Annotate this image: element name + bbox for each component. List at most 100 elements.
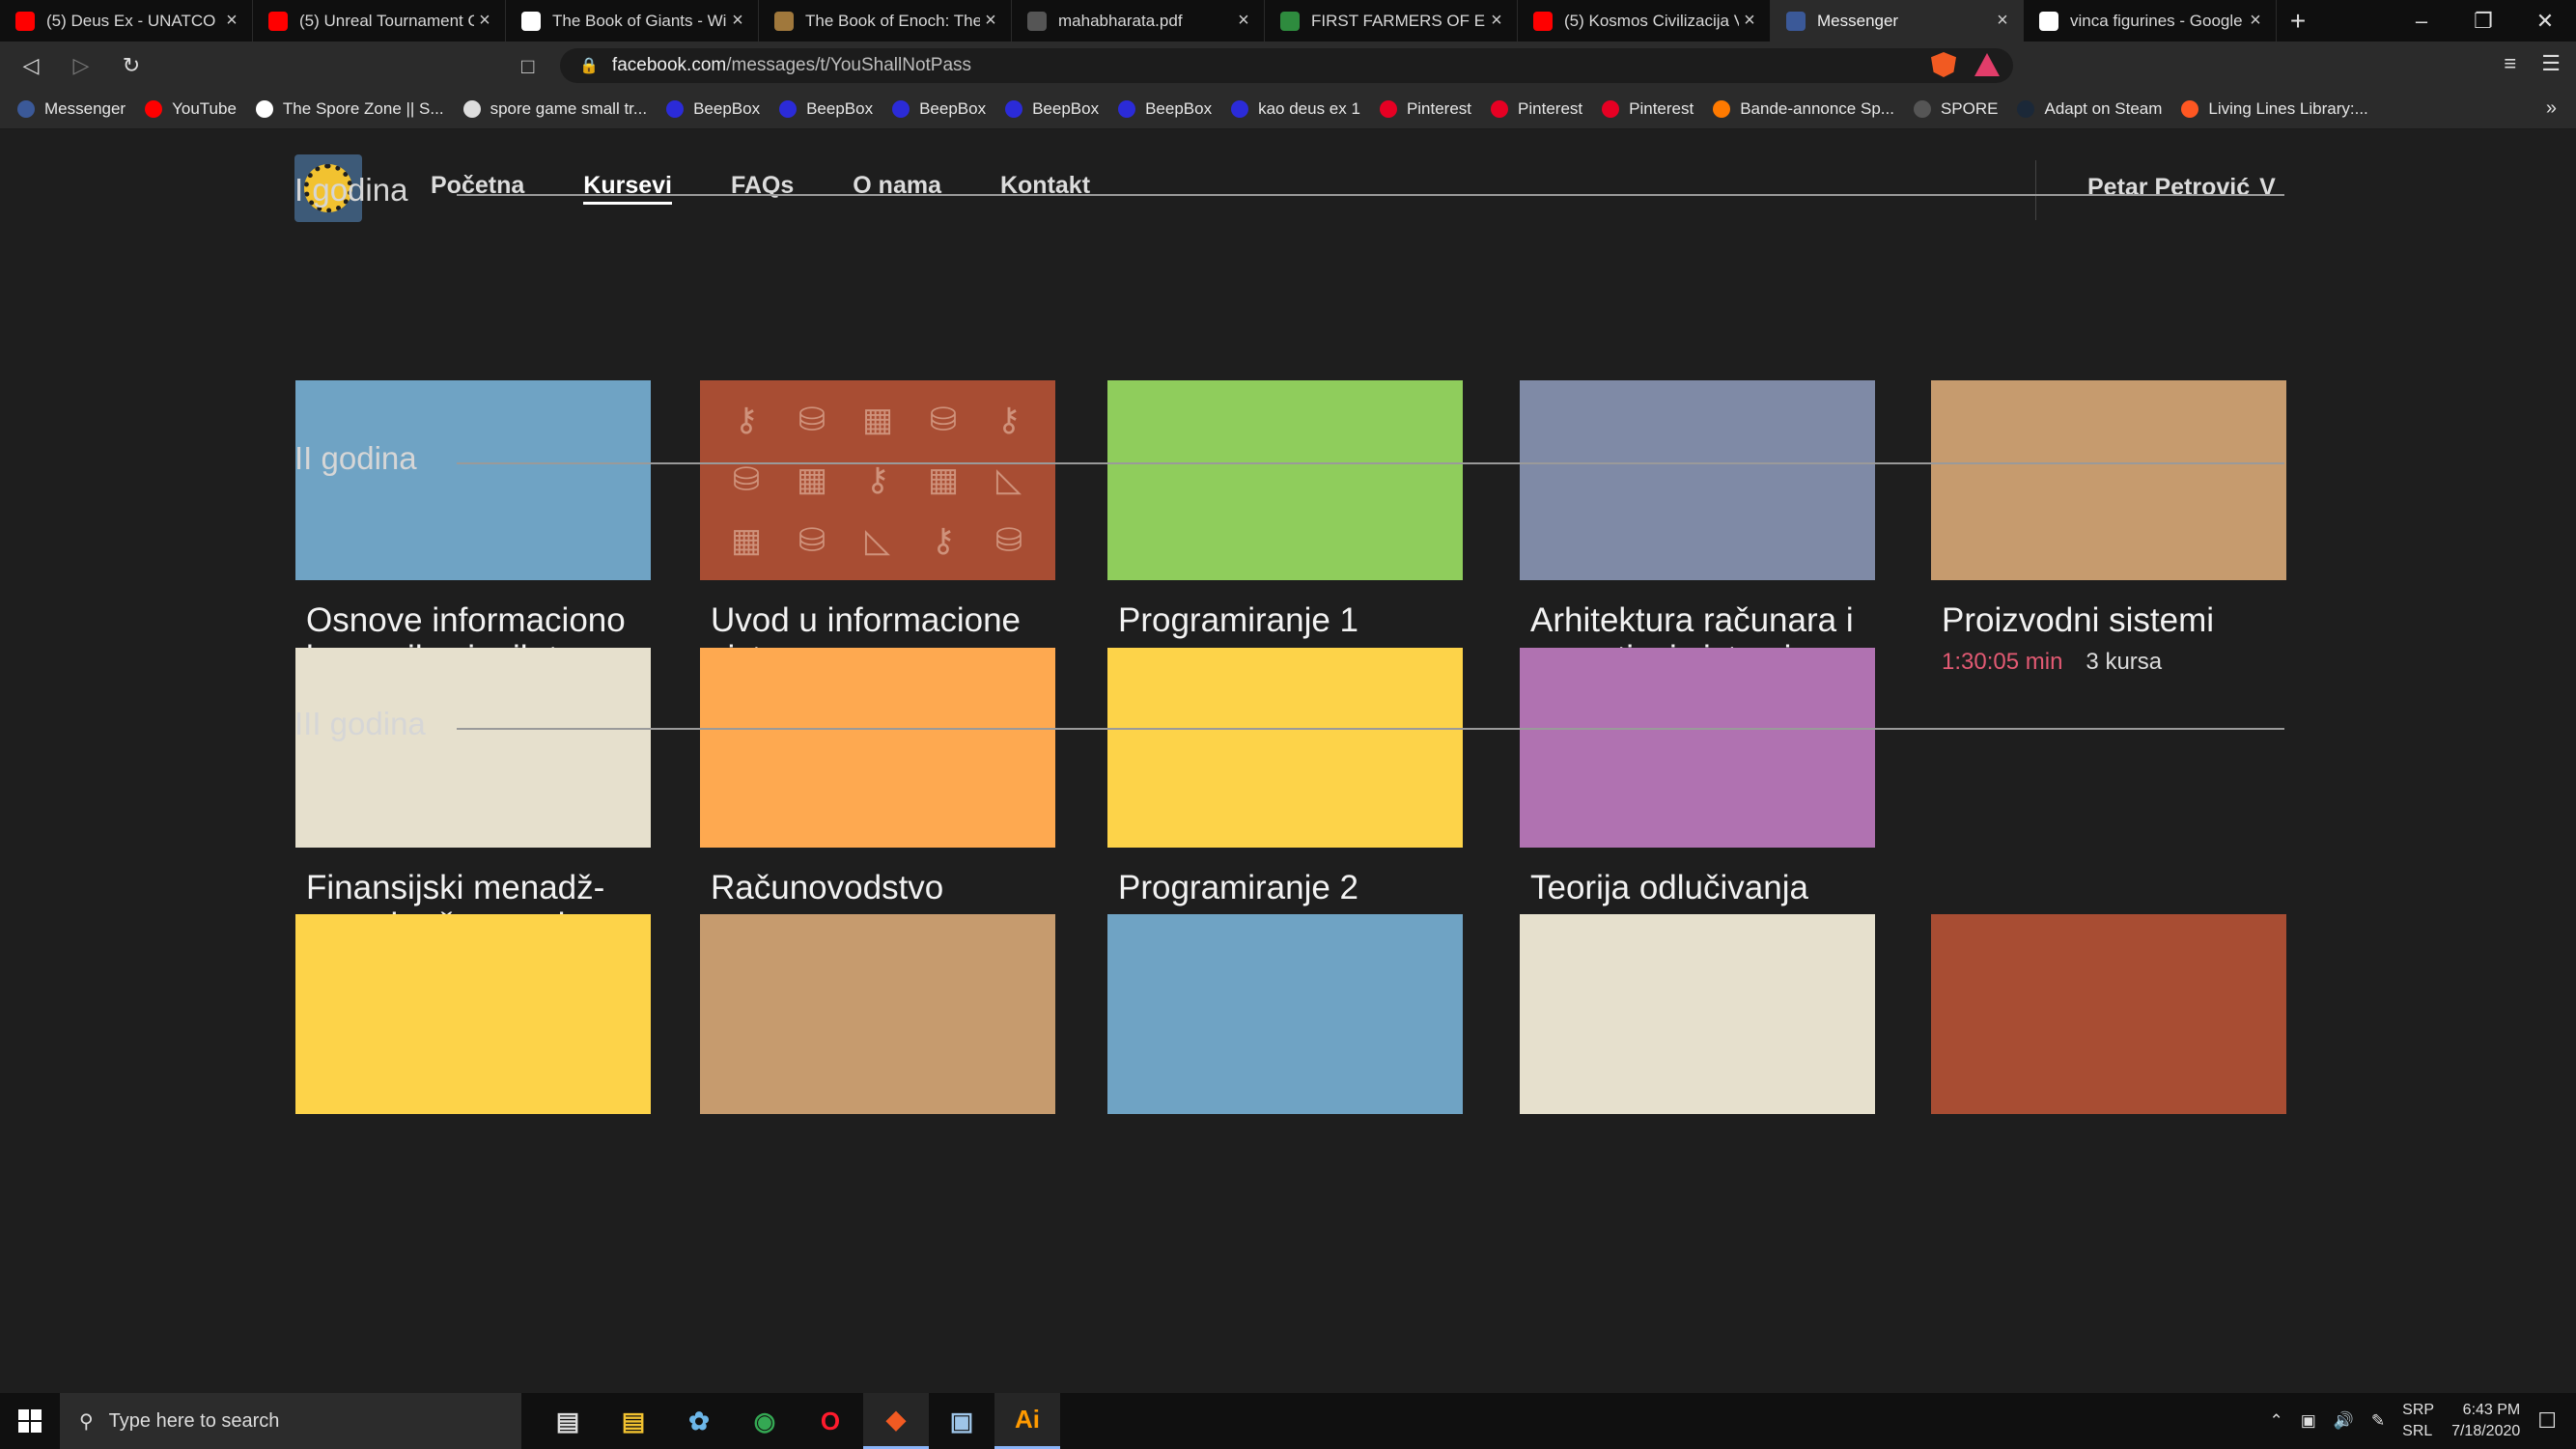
bookmark-item[interactable]: BeepBox bbox=[779, 99, 873, 119]
brave-icon[interactable]: ◆ bbox=[863, 1393, 929, 1449]
paint-icon[interactable]: ✿ bbox=[666, 1393, 732, 1449]
clock[interactable]: 6:43 PM 7/18/2020 bbox=[2451, 1400, 2520, 1442]
bookmark-item[interactable]: kao deus ex 1 bbox=[1231, 99, 1360, 119]
close-tab-icon[interactable]: × bbox=[2245, 10, 2266, 32]
course-thumbnail[interactable] bbox=[295, 914, 651, 1114]
playlist-icon[interactable]: ≡ bbox=[2504, 51, 2516, 76]
minimize-icon[interactable]: – bbox=[2391, 0, 2452, 42]
course-title[interactable]: Programiranje 2 bbox=[1107, 869, 1463, 906]
more-bookmarks-icon[interactable]: » bbox=[2546, 98, 2557, 120]
course-title[interactable]: Računovodstvo bbox=[700, 869, 1055, 906]
course-thumbnail[interactable] bbox=[700, 914, 1055, 1114]
close-window-icon[interactable]: ✕ bbox=[2514, 0, 2576, 42]
forward-icon[interactable]: ▷ bbox=[62, 46, 100, 85]
course-title[interactable]: Programiranje 1 bbox=[1107, 601, 1463, 639]
course-thumbnail[interactable] bbox=[295, 648, 651, 848]
start-button[interactable] bbox=[0, 1393, 60, 1449]
course-thumbnail[interactable] bbox=[1931, 380, 2286, 580]
browser-tab[interactable]: mahabharata.pdf × bbox=[1012, 0, 1265, 42]
course-card[interactable]: Programiranje 11:30:05 min3 kursa bbox=[1107, 380, 1463, 676]
browser-tab[interactable]: (5) Deus Ex - UNATCO Co× bbox=[0, 0, 253, 42]
course-thumbnail[interactable] bbox=[1107, 380, 1463, 580]
nav-item[interactable]: FAQs bbox=[731, 172, 794, 205]
course-thumbnail[interactable] bbox=[1931, 914, 2286, 1114]
pen-icon[interactable]: ✎ bbox=[2371, 1411, 2385, 1431]
course-thumbnail[interactable] bbox=[1520, 648, 1875, 848]
new-tab-button[interactable]: + bbox=[2277, 0, 2319, 42]
close-tab-icon[interactable]: × bbox=[1233, 10, 1254, 32]
course-thumbnail[interactable] bbox=[1107, 648, 1463, 848]
close-tab-icon[interactable]: × bbox=[1486, 10, 1507, 32]
close-tab-icon[interactable]: × bbox=[980, 10, 1001, 32]
rdp-icon[interactable]: ▣ bbox=[929, 1393, 994, 1449]
taskbar-search[interactable]: ⚲ Type here to search bbox=[60, 1393, 521, 1449]
bookmark-item[interactable]: BeepBox bbox=[1005, 99, 1099, 119]
network-icon[interactable]: ▣ bbox=[2301, 1411, 2316, 1431]
close-tab-icon[interactable]: × bbox=[474, 10, 495, 32]
browser-tab[interactable]: vinca figurines - Google × bbox=[2024, 0, 2277, 42]
course-title[interactable]: Proizvodni sistemi bbox=[1931, 601, 2286, 639]
course-thumbnail[interactable]: ⚷ ⛁ ▦ ⛁ ⚷ ⛁ ▦ ⚷ ▦ ◺ ▦ ⛁ ◺ ⚷ ⛁ bbox=[700, 380, 1055, 580]
browser-tab[interactable]: Messenger × bbox=[1771, 0, 2024, 42]
nav-item[interactable]: Kontakt bbox=[1000, 172, 1090, 205]
course-card[interactable] bbox=[295, 914, 651, 1114]
course-card[interactable] bbox=[700, 914, 1055, 1114]
browser-tab[interactable]: (5) Unreal Tournament O × bbox=[253, 0, 506, 42]
course-thumbnail[interactable] bbox=[1107, 914, 1463, 1114]
bookmark-item[interactable]: Pinterest bbox=[1602, 99, 1694, 119]
nav-item[interactable]: Kursevi bbox=[583, 172, 672, 205]
browser-tab[interactable]: FIRST FARMERS OF EURC× bbox=[1265, 0, 1518, 42]
course-card[interactable]: Teorija odlučivanja1:30:05 min3 kursa bbox=[1520, 648, 1875, 943]
bookmark-item[interactable]: Pinterest bbox=[1491, 99, 1582, 119]
notifications-icon[interactable]: ☐ bbox=[2537, 1408, 2557, 1434]
course-card[interactable]: Programiranje 21:30:05 min3 kursa bbox=[1107, 648, 1463, 943]
close-tab-icon[interactable]: × bbox=[1992, 10, 2013, 32]
input-language[interactable]: SRP SRL bbox=[2402, 1400, 2434, 1442]
course-thumbnail[interactable] bbox=[295, 380, 651, 580]
bookmark-item[interactable]: YouTube bbox=[145, 99, 237, 119]
browser-tab[interactable]: The Book of Giants - Wik × bbox=[506, 0, 759, 42]
course-card[interactable]: Računovodstvo1:30:05 min3 kursa bbox=[700, 648, 1055, 943]
bookmark-item[interactable]: BeepBox bbox=[1118, 99, 1212, 119]
file-explorer-icon[interactable]: ▤ bbox=[601, 1393, 666, 1449]
menu-icon[interactable]: ☰ bbox=[2541, 51, 2561, 76]
bookmark-item[interactable]: The Spore Zone || S... bbox=[255, 99, 444, 119]
opera-icon[interactable]: O bbox=[798, 1393, 863, 1449]
illustrator-icon[interactable]: Ai bbox=[994, 1393, 1060, 1449]
bookmark-item[interactable]: Messenger bbox=[17, 99, 126, 119]
bookmark-item[interactable]: Pinterest bbox=[1379, 99, 1471, 119]
course-thumbnail[interactable] bbox=[1520, 914, 1875, 1114]
bookmark-item[interactable]: SPORE bbox=[1913, 99, 1998, 119]
course-card[interactable]: Proizvodni sistemi 1:30:05 min 3 kursa bbox=[1931, 380, 2286, 676]
nav-item[interactable]: Početna bbox=[431, 172, 524, 205]
nav-item[interactable]: O nama bbox=[853, 172, 941, 205]
back-icon[interactable]: ◁ bbox=[12, 46, 50, 85]
task-view-icon[interactable]: ▤ bbox=[535, 1393, 601, 1449]
course-thumbnail[interactable] bbox=[1520, 380, 1875, 580]
brave-rewards-icon[interactable] bbox=[1974, 53, 2000, 76]
close-tab-icon[interactable]: × bbox=[1739, 10, 1760, 32]
course-card[interactable] bbox=[1931, 914, 2286, 1114]
course-title[interactable]: Teorija odlučivanja bbox=[1520, 869, 1875, 906]
address-bar[interactable]: 🔒 facebook.com/messages/t/YouShallNotPas… bbox=[560, 48, 2013, 83]
bookmark-item[interactable]: BeepBox bbox=[892, 99, 986, 119]
close-tab-icon[interactable]: × bbox=[221, 10, 242, 32]
show-hidden-icons-icon[interactable]: ⌃ bbox=[2269, 1411, 2282, 1431]
close-tab-icon[interactable]: × bbox=[727, 10, 748, 32]
course-card[interactable] bbox=[1107, 914, 1463, 1114]
reload-icon[interactable]: ↻ bbox=[112, 46, 151, 85]
bookmark-item[interactable]: Living Lines Library:... bbox=[2181, 99, 2368, 119]
user-menu[interactable]: Petar Petrović V bbox=[2087, 174, 2276, 202]
restore-icon[interactable]: ❐ bbox=[2452, 0, 2514, 42]
bookmark-item[interactable]: Bande-annonce Sp... bbox=[1713, 99, 1894, 119]
course-card[interactable] bbox=[1520, 914, 1875, 1114]
browser-tab[interactable]: (5) Kosmos Civilizacija Vi × bbox=[1518, 0, 1771, 42]
chrome-icon[interactable]: ◉ bbox=[732, 1393, 798, 1449]
volume-icon[interactable]: 🔊 bbox=[2334, 1411, 2354, 1431]
bookmark-item[interactable]: spore game small tr... bbox=[462, 99, 647, 119]
bookmark-page-icon[interactable]: □ bbox=[521, 54, 534, 79]
bookmark-item[interactable]: BeepBox bbox=[666, 99, 760, 119]
browser-tab[interactable]: The Book of Enoch: The × bbox=[759, 0, 1012, 42]
bookmark-item[interactable]: Adapt on Steam bbox=[2017, 99, 2162, 119]
course-thumbnail[interactable] bbox=[700, 648, 1055, 848]
